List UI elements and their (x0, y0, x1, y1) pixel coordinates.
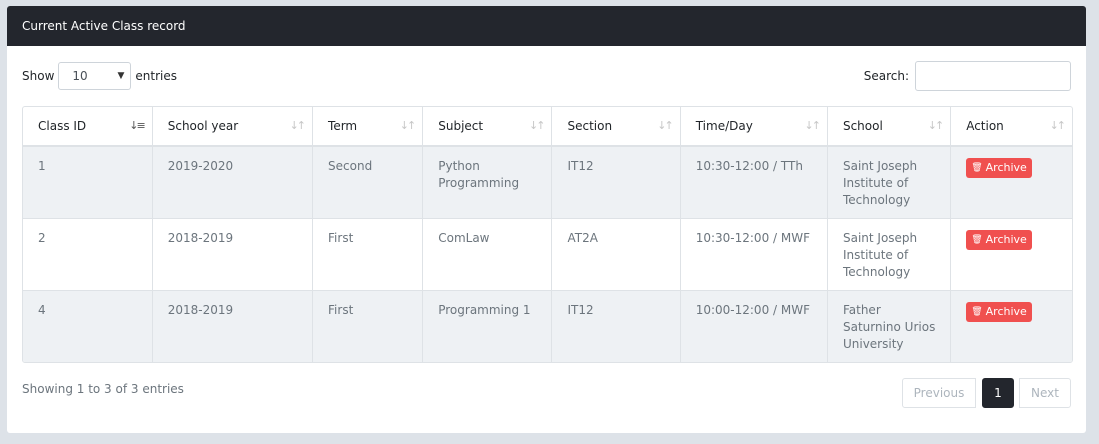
archive-label: Archive (985, 232, 1027, 246)
table-controls: Show 10 ▼ entries Search: (22, 61, 1071, 91)
cell-section: IT12 (551, 145, 681, 218)
sort-icon: ↓≡ (129, 119, 146, 132)
column-label: School year (167, 119, 239, 133)
column-label: Time/Day (695, 119, 753, 133)
class-record-panel: Current Active Class record Show 10 ▼ en… (7, 6, 1086, 433)
cell-section: IT12 (551, 289, 681, 362)
chevron-down-icon: ▼ (117, 71, 125, 81)
class-table-container: Class ID ↓≡ School year ↓↑ Term ↓↑ Subject ↓… (22, 106, 1073, 363)
entries-select-value: 10 (72, 69, 88, 83)
table-header-row: Class ID ↓≡ School year ↓↑ Term ↓↑ Subject ↓… (23, 107, 1072, 147)
archive-button[interactable]: 🗑 Archive (966, 158, 1032, 178)
sort-icon: ↓↑ (289, 119, 307, 132)
cell-school-year: 2018-2019 (152, 217, 314, 290)
column-header-time-day[interactable]: Time/Day ↓↑ (680, 107, 828, 147)
cell-school-year: 2019-2020 (152, 145, 314, 218)
cell-term: First (312, 289, 424, 362)
cell-subject: ComLaw (422, 217, 553, 290)
sort-icon: ↓↑ (927, 119, 945, 132)
cell-subject: Python Programming (422, 145, 553, 218)
archive-label: Archive (985, 161, 1027, 174)
cell-subject: Programming 1 (422, 289, 553, 362)
column-label: Term (328, 119, 358, 133)
sort-icon: ↓↑ (1049, 119, 1067, 132)
class-table: Class ID ↓≡ School year ↓↑ Term ↓↑ Subject ↓… (23, 107, 1072, 362)
column-header-school-year[interactable]: School year ↓↑ (152, 107, 314, 147)
table-row: 2 2018-2019 First ComLaw AT2A 10:30-12:0… (23, 217, 1072, 290)
cell-school: Father Saturnino Urios University (827, 289, 952, 362)
column-header-school[interactable]: School ↓↑ (827, 107, 952, 147)
column-label: Action (966, 119, 1004, 133)
cell-class-id: 2 (23, 217, 153, 290)
search-control: Search: (864, 61, 1071, 91)
column-header-term[interactable]: Term ↓↑ (312, 107, 424, 147)
cell-section: AT2A (551, 217, 681, 290)
cell-term: First (312, 217, 424, 290)
cell-time-day: 10:30-12:00 / MWF (680, 217, 828, 290)
column-header-subject[interactable]: Subject ↓↑ (422, 107, 553, 147)
entries-label: entries (135, 69, 177, 83)
column-label: Subject (438, 119, 484, 133)
sort-icon: ↓↑ (657, 119, 674, 132)
cell-action: 🗑 Archive (950, 217, 1072, 290)
cell-class-id: 4 (23, 289, 153, 362)
cell-term: Second (312, 145, 424, 218)
cell-class-id: 1 (23, 145, 153, 218)
next-page-button[interactable]: Next (1019, 378, 1071, 408)
sort-icon: ↓↑ (804, 119, 822, 132)
cell-time-day: 10:30-12:00 / TTh (680, 145, 828, 218)
trash-icon: 🗑 (971, 234, 983, 245)
show-label: Show (22, 69, 55, 83)
column-label: Section (567, 119, 613, 133)
cell-time-day: 10:00-12:00 / MWF (680, 289, 828, 362)
table-info: Showing 1 to 3 of 3 entries (22, 382, 184, 396)
pagination: Previous 1 Next (902, 378, 1071, 408)
cell-action: 🗑 Archive (950, 145, 1072, 218)
sort-icon: ↓↑ (399, 119, 417, 132)
sort-icon: ↓↑ (529, 119, 546, 132)
column-header-section[interactable]: Section ↓↑ (551, 107, 681, 147)
trash-icon: 🗑 (971, 163, 983, 173)
column-header-class-id[interactable]: Class ID ↓≡ (23, 107, 153, 147)
search-input[interactable] (915, 61, 1071, 91)
cell-school-year: 2018-2019 (152, 289, 314, 362)
column-label: School (842, 119, 883, 133)
table-row: 1 2019-2020 Second Python Programming IT… (23, 145, 1072, 218)
column-label: Class ID (38, 119, 87, 133)
entries-select[interactable]: 10 ▼ (58, 62, 132, 90)
cell-school: Saint Joseph Institute of Technology (827, 217, 952, 290)
trash-icon: 🗑 (971, 306, 983, 317)
archive-button[interactable]: 🗑 Archive (966, 229, 1032, 250)
entries-length-control: Show 10 ▼ entries (22, 61, 177, 91)
page-1-button[interactable]: 1 (982, 378, 1014, 408)
panel-title: Current Active Class record (7, 6, 1086, 46)
search-label: Search: (863, 69, 909, 83)
cell-action: 🗑 Archive (950, 289, 1072, 362)
cell-school: Saint Joseph Institute of Technology (827, 145, 952, 218)
table-row: 4 2018-2019 First Programming 1 IT12 10:… (23, 289, 1072, 362)
previous-page-button[interactable]: Previous (902, 378, 976, 408)
column-header-action[interactable]: Action ↓↑ (950, 107, 1072, 147)
archive-label: Archive (985, 304, 1027, 318)
archive-button[interactable]: 🗑 Archive (966, 301, 1032, 322)
